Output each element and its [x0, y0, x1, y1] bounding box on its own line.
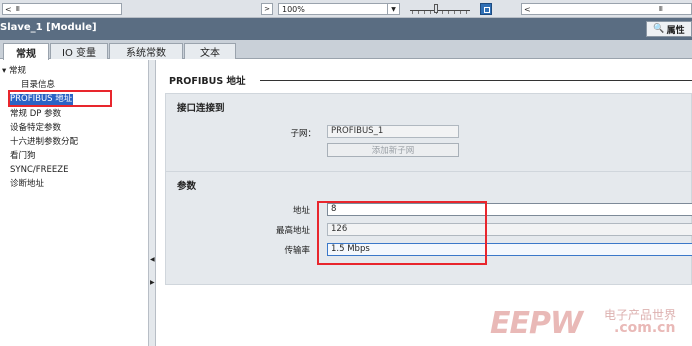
parameters-group-heading: 参数 [177, 181, 197, 192]
scroll-grip-icon[interactable]: III [659, 5, 663, 13]
tree-item-watchdog[interactable]: 看门狗 [10, 151, 36, 162]
magnifier-icon: 🔍 [653, 24, 665, 34]
tab-system-constants[interactable]: 系统常数 [109, 43, 183, 59]
fit-view-icon[interactable] [480, 3, 492, 15]
highlight-annotation-box [317, 201, 487, 265]
nav-right-arrow-icon[interactable]: > [261, 3, 273, 15]
triangle-down-icon[interactable]: ▾ [2, 66, 6, 76]
scroll-left-arrow-icon[interactable]: < [5, 5, 12, 14]
tree-item-general-dp-params[interactable]: 常规 DP 参数 [10, 109, 61, 120]
tab-io-tags[interactable]: IO 变量 [50, 43, 108, 59]
add-new-subnet-button[interactable]: 添加新子网 [327, 143, 459, 157]
zoom-select[interactable]: 100% ▼ [278, 3, 400, 15]
properties-button[interactable]: 🔍 属性 [646, 21, 692, 37]
tree-item-diagnostic-address[interactable]: 诊断地址 [10, 179, 44, 190]
subnet-label: 子网： [290, 129, 316, 139]
watermark-domain: .com.cn [614, 320, 676, 336]
horizontal-scrollbar-left[interactable]: < III [2, 3, 122, 15]
tab-strip: 常规 IO 变量 系统常数 文本 [0, 40, 692, 60]
tree-item-general[interactable]: ▾ 常规 [2, 66, 26, 77]
interface-group-heading: 接口连接到 [177, 103, 225, 114]
horizontal-scrollbar-right[interactable]: < III [521, 3, 692, 15]
tree-item-device-specific-params[interactable]: 设备特定参数 [10, 123, 61, 134]
subnet-select[interactable]: PROFIBUS_1 [327, 125, 459, 138]
panel-splitter[interactable]: ◀ ▶ [148, 60, 156, 346]
tab-texts[interactable]: 文本 [184, 43, 236, 59]
collapse-left-icon[interactable]: ◀ [150, 256, 155, 263]
highlight-annotation-box [8, 90, 112, 107]
module-title: Slave_1 [Module] [0, 22, 97, 33]
address-label: 地址 [292, 206, 310, 216]
zoom-value: 100% [282, 4, 305, 14]
tree-item-hex-param-assignment[interactable]: 十六进制参数分配 [10, 137, 78, 148]
zoom-slider-ticks [412, 11, 468, 14]
watermark: EEPW 电子产品世界 .com.cn [490, 306, 690, 341]
zoom-slider-thumb[interactable] [434, 4, 438, 13]
tree-item-label: 常规 [8, 66, 26, 76]
inspector-title-bar: Slave_1 [Module] 🔍 属性 [0, 18, 692, 40]
chevron-down-icon[interactable]: ▼ [387, 4, 399, 14]
tab-general[interactable]: 常规 [3, 43, 49, 60]
transmission-rate-label: 传输率 [284, 246, 310, 256]
scroll-grip-icon[interactable]: III [16, 5, 20, 13]
watermark-logo: EEPW [490, 306, 583, 341]
section-divider [260, 80, 692, 81]
section-title: PROFIBUS 地址 [169, 76, 246, 87]
scroll-left-arrow-icon[interactable]: < [524, 5, 531, 14]
properties-label: 属性 [666, 25, 685, 36]
properties-content: PROFIBUS 地址 接口连接到 子网： PROFIBUS_1 添加新子网 参… [157, 60, 692, 346]
tree-item-sync-freeze[interactable]: SYNC/FREEZE [10, 165, 68, 176]
top-toolbar: < III > 100% ▼ < III [0, 0, 692, 18]
highest-address-label: 最高地址 [275, 226, 310, 236]
expand-right-icon[interactable]: ▶ [150, 279, 155, 286]
zoom-slider[interactable] [410, 4, 470, 14]
